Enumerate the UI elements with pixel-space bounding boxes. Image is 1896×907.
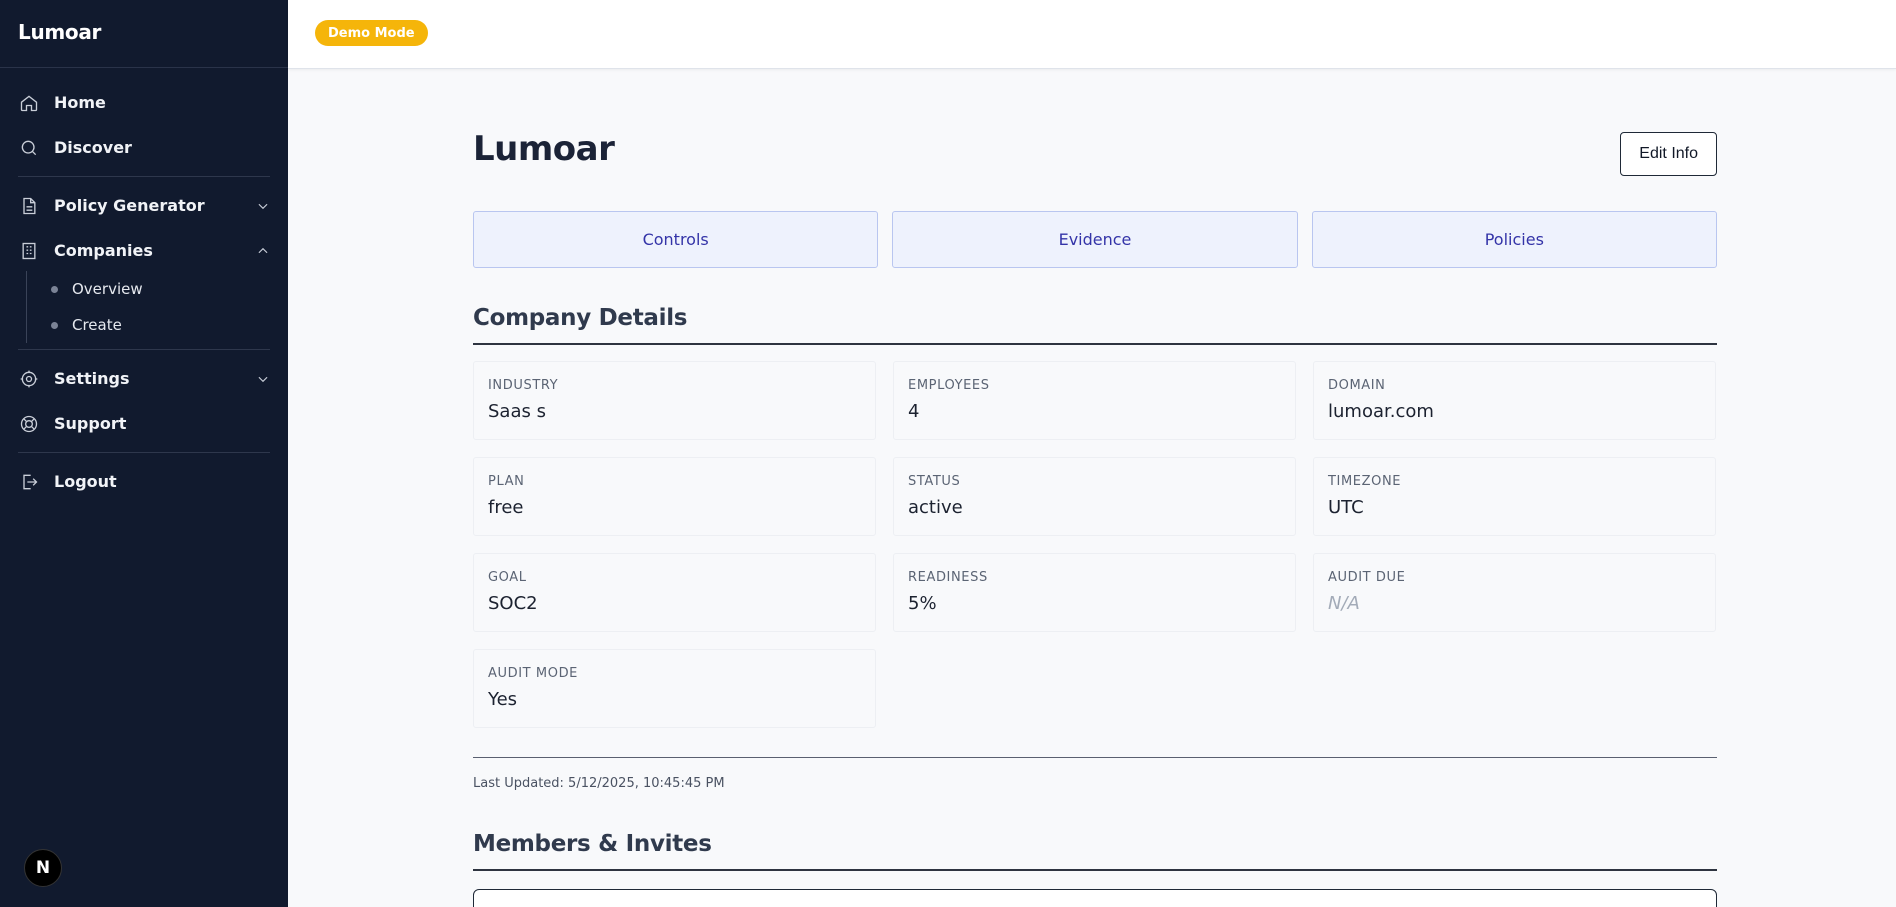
detail-goal: GOAL SOC2 [473,553,876,632]
sidebar-nav: Home Discover Policy Generator Companies [0,68,288,504]
field-label: INDUSTRY [488,378,559,393]
companies-subnav: Overview Create [26,271,270,343]
detail-employees: EMPLOYEES 4 [893,361,1296,440]
chevron-down-icon[interactable] [256,372,270,386]
sidebar-item-create[interactable]: Create [51,307,270,343]
detail-industry: INDUSTRY Saas s [473,361,876,440]
sidebar-divider [18,349,270,350]
field-value: Saas s [488,401,546,422]
sidebar-item-overview[interactable]: Overview [51,271,270,307]
search-icon [18,137,40,159]
field-label: STATUS [908,474,961,489]
section-divider [473,869,1717,871]
field-label: AUDIT MODE [488,666,578,681]
section-divider [473,343,1717,345]
sidebar-item-label: Companies [54,241,153,260]
chevron-down-icon[interactable] [256,199,270,213]
detail-plan: PLAN free [473,457,876,536]
field-value: free [488,497,524,518]
field-label: AUDIT DUE [1328,570,1406,585]
chevron-up-icon[interactable] [256,244,270,258]
document-icon [18,195,40,217]
lifebuoy-icon [18,413,40,435]
detail-status: STATUS active [893,457,1296,536]
sidebar-item-label: Overview [72,280,143,298]
sidebar-item-companies[interactable]: Companies [18,228,270,273]
sidebar-divider [18,176,270,177]
demo-mode-badge: Demo Mode [315,20,428,46]
field-value: SOC2 [488,593,538,614]
sidebar-item-discover[interactable]: Discover [18,125,270,170]
field-label: TIMEZONE [1328,474,1402,489]
company-details-grid: INDUSTRY Saas s EMPLOYEES 4 DOMAIN lumoa… [473,361,1717,728]
sidebar-item-settings[interactable]: Settings [18,356,270,401]
field-value: UTC [1328,497,1364,518]
sidebar-item-home[interactable]: Home [18,80,270,125]
detail-readiness: READINESS 5% [893,553,1296,632]
section-divider [473,757,1717,758]
tab-evidence[interactable]: Evidence [892,211,1298,268]
field-value: active [908,497,963,518]
field-label: EMPLOYEES [908,378,990,393]
page-title: Lumoar [473,129,615,169]
sidebar-item-label: Support [54,414,127,433]
field-value: N/A [1328,593,1360,614]
sidebar-divider [18,452,270,453]
field-label: GOAL [488,570,527,585]
members-heading: Members & Invites [473,831,712,857]
sidebar-item-label: Home [54,93,106,112]
logout-icon [18,471,40,493]
sidebar-item-label: Discover [54,138,132,157]
field-value: 5% [908,593,937,614]
brand-logo[interactable]: Lumoar [0,0,288,68]
detail-audit-mode: AUDIT MODE Yes [473,649,876,728]
sidebar-item-label: Logout [54,472,117,491]
bullet-icon [51,321,58,329]
field-label: READINESS [908,570,988,585]
field-value: 4 [908,401,920,422]
bullet-icon [51,285,58,293]
last-updated-text: Last Updated: 5/12/2025, 10:45:45 PM [473,776,725,791]
detail-audit-due: AUDIT DUE N/A [1313,553,1716,632]
sidebar-item-label: Policy Generator [54,196,205,215]
section-tabs: Controls Evidence Policies [473,211,1717,268]
sidebar-item-support[interactable]: Support [18,401,270,446]
sidebar-item-label: Settings [54,369,130,388]
edit-info-button[interactable]: Edit Info [1620,132,1717,176]
company-details-heading: Company Details [473,305,688,331]
topbar: Demo Mode [288,0,1896,69]
detail-domain: DOMAIN lumoar.com [1313,361,1716,440]
building-icon [18,240,40,262]
members-panel [473,889,1717,907]
gear-icon [18,368,40,390]
sidebar: Lumoar Home Discover Policy Generator Co… [0,0,288,907]
tab-controls[interactable]: Controls [473,211,879,268]
sidebar-item-label: Create [72,316,122,334]
field-label: DOMAIN [1328,378,1386,393]
tab-policies[interactable]: Policies [1311,211,1717,268]
detail-timezone: TIMEZONE UTC [1313,457,1716,536]
sidebar-item-logout[interactable]: Logout [18,459,270,504]
home-icon [18,92,40,114]
nextjs-badge-icon[interactable]: N [24,849,62,887]
field-value: Yes [488,689,518,710]
sidebar-item-policy-generator[interactable]: Policy Generator [18,183,270,228]
field-label: PLAN [488,474,525,489]
field-value: lumoar.com [1328,401,1434,422]
